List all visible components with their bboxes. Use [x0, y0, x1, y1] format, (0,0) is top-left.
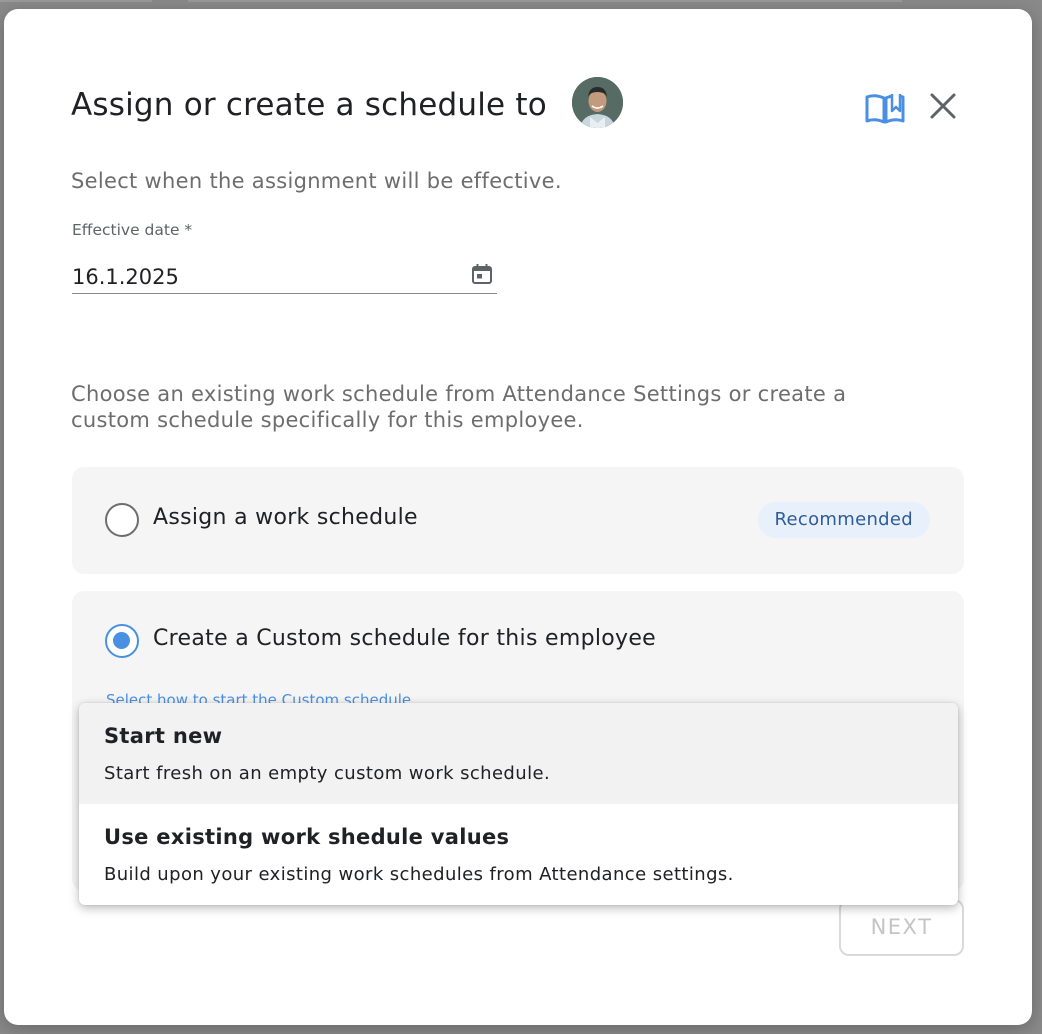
next-button[interactable]: NEXT: [839, 899, 964, 956]
menu-item-description: Build upon your existing work schedules …: [104, 864, 734, 885]
background-divider: [0, 0, 152, 2]
schedule-choice-description: Choose an existing work schedule from At…: [71, 382, 847, 432]
avatar-image: [572, 77, 623, 128]
effective-date-label: Effective date *: [72, 221, 193, 239]
effective-date-field[interactable]: 16.1.2025: [72, 251, 497, 294]
custom-schedule-radio[interactable]: [105, 624, 139, 658]
effective-date-value[interactable]: 16.1.2025: [72, 265, 179, 289]
custom-schedule-label[interactable]: Create a Custom schedule for this employ…: [153, 626, 656, 651]
schedule-dialog: Assign or create a schedule to Select wh…: [4, 9, 1032, 1025]
menu-item-use-existing[interactable]: Use existing work shedule values Build u…: [79, 804, 958, 905]
assign-schedule-radio[interactable]: [105, 503, 139, 537]
employee-avatar: [572, 77, 623, 128]
menu-item-title: Use existing work shedule values: [104, 825, 510, 849]
calendar-icon[interactable]: [471, 263, 493, 285]
dialog-title: Assign or create a schedule to: [71, 87, 547, 123]
menu-item-start-new[interactable]: Start new Start fresh on an empty custom…: [79, 703, 958, 804]
start-method-menu: Start new Start fresh on an empty custom…: [79, 703, 958, 905]
menu-item-title: Start new: [104, 724, 223, 748]
effective-date-instructions: Select when the assignment will be effec…: [71, 169, 562, 193]
open-book-icon[interactable]: [864, 91, 906, 125]
recommended-badge: Recommended: [757, 502, 930, 538]
close-icon[interactable]: [928, 91, 958, 121]
background-divider: [188, 0, 902, 2]
menu-item-description: Start fresh on an empty custom work sche…: [104, 763, 551, 784]
assign-schedule-label[interactable]: Assign a work schedule: [153, 505, 418, 530]
option-assign-work-schedule[interactable]: Assign a work schedule Recommended: [72, 467, 964, 574]
